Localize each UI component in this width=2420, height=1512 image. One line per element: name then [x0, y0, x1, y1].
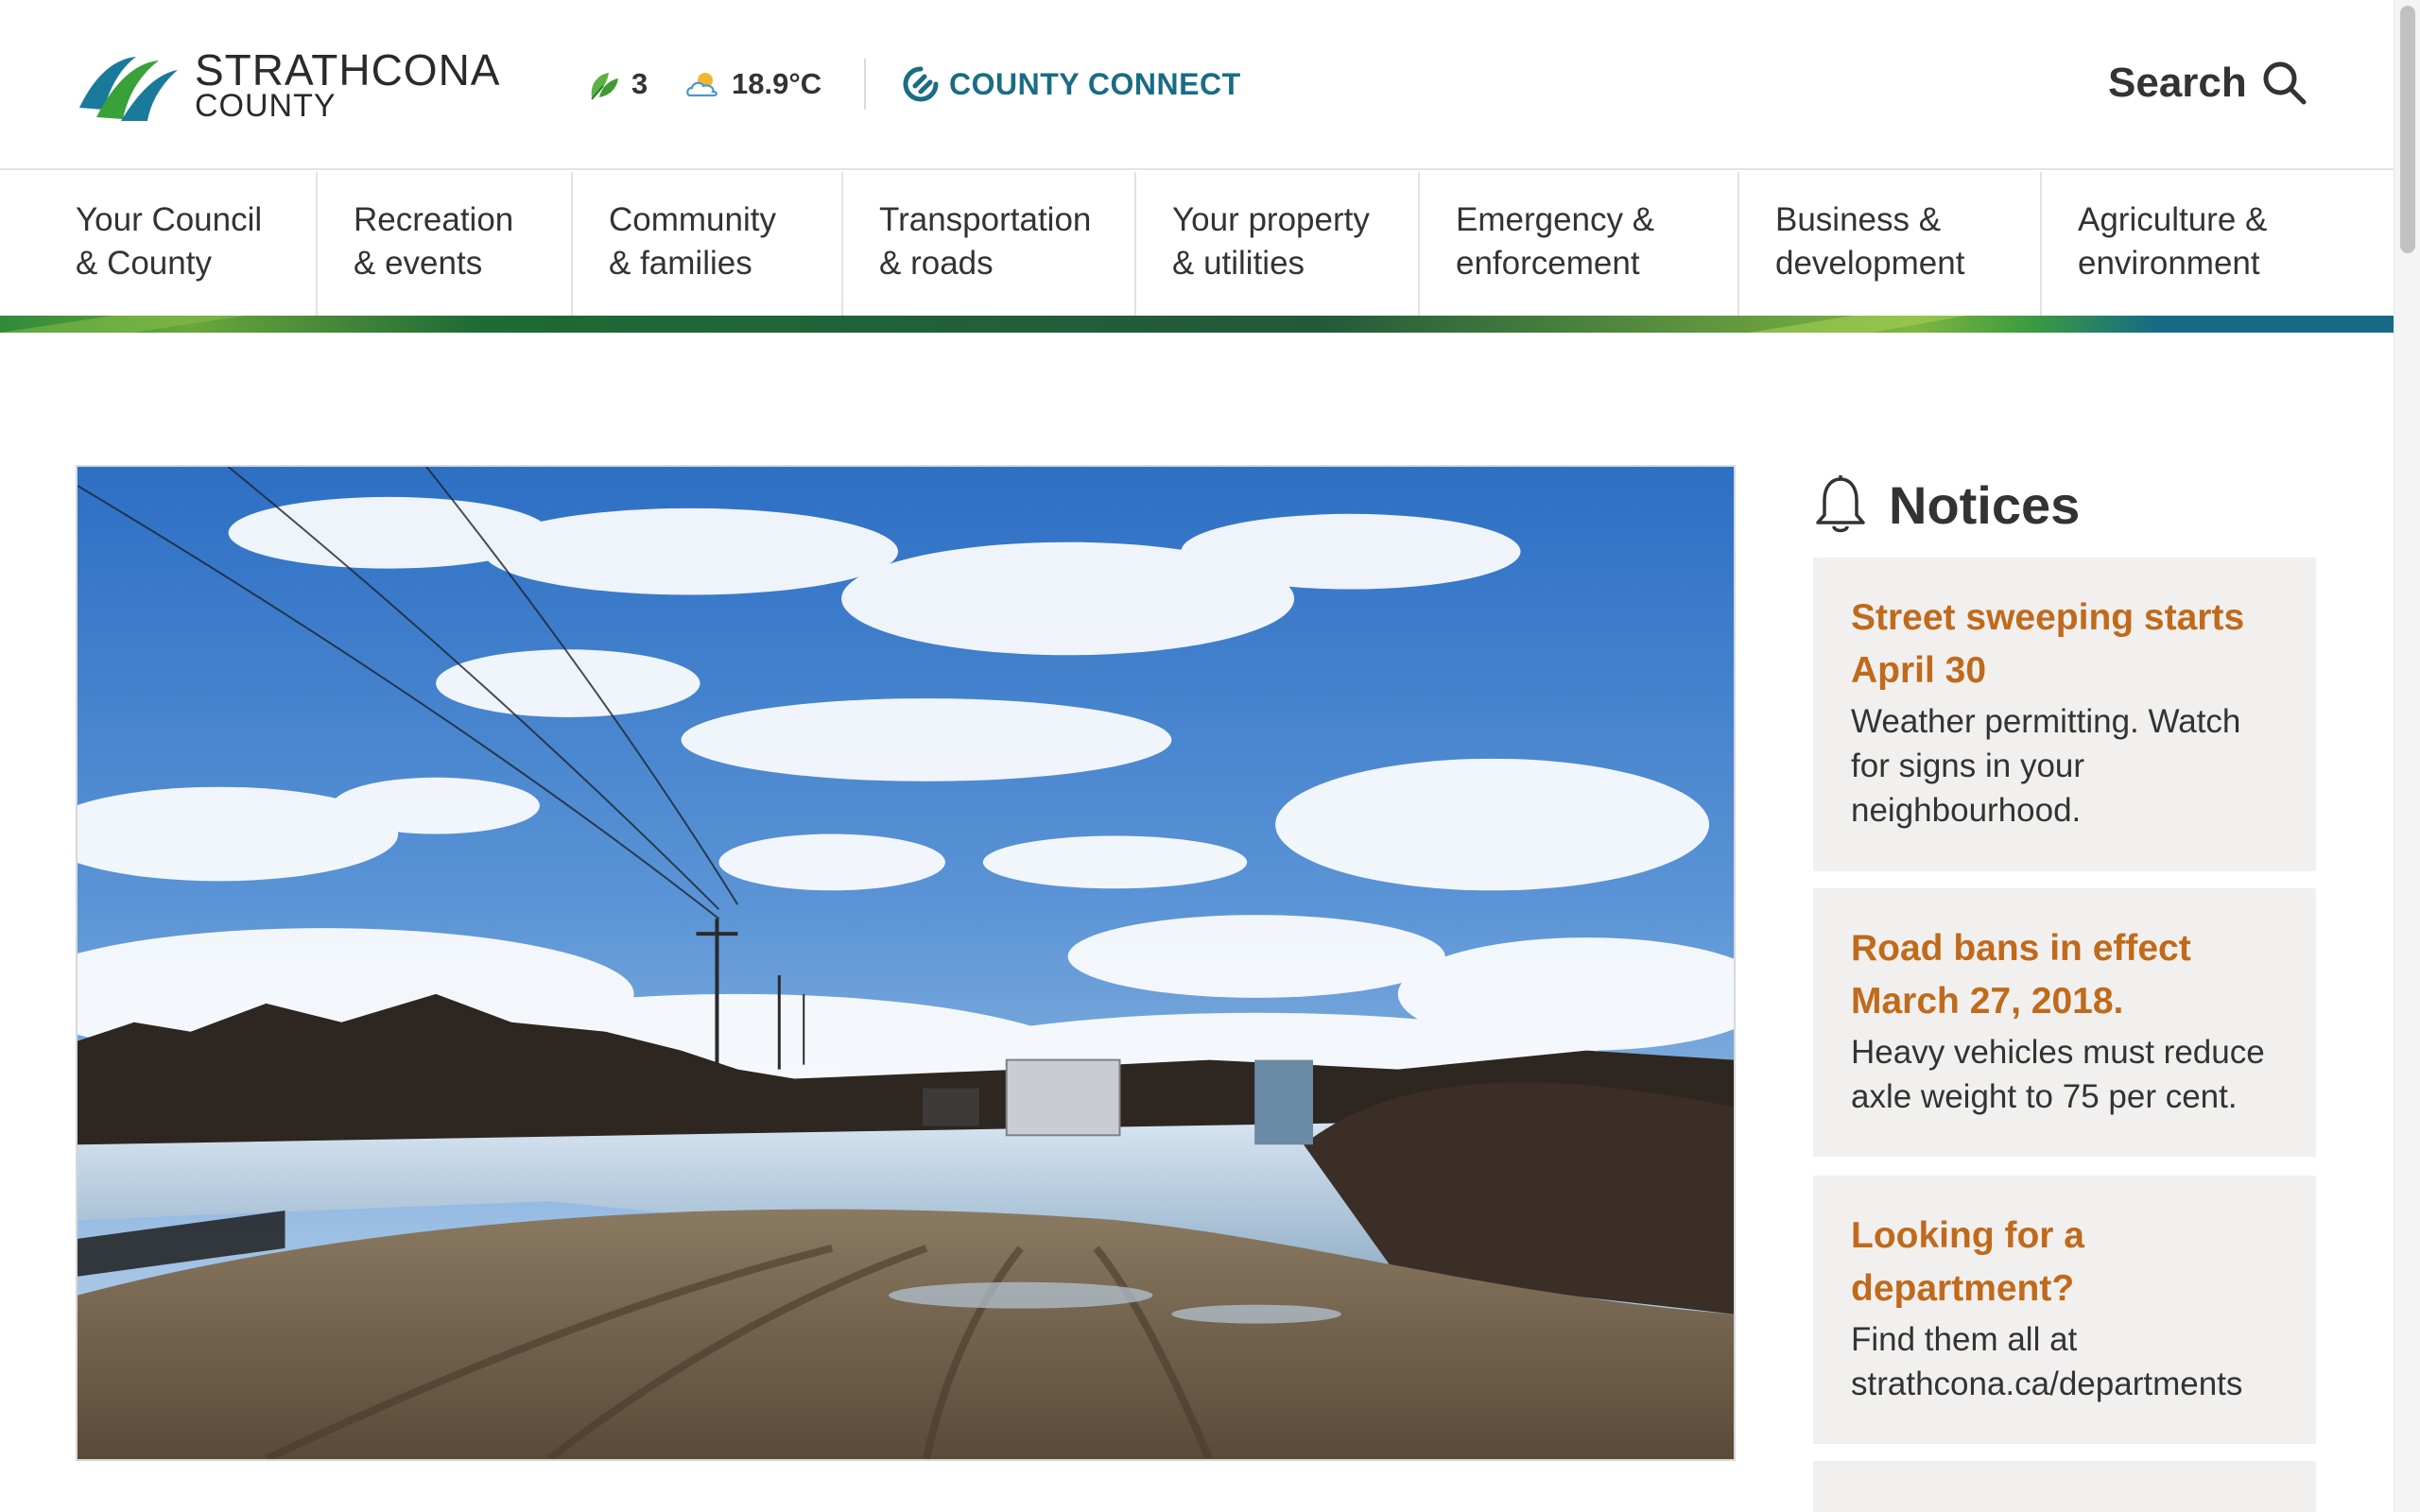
search-button[interactable]: Search — [2108, 55, 2309, 112]
notice-text-line: Heavy vehicles must reduce — [1851, 1034, 2265, 1071]
nav-label: Business & — [1775, 201, 1942, 238]
nav-item-your-council[interactable]: Your Council & County — [0, 172, 318, 316]
temperature-value: 18.9°C — [732, 67, 822, 100]
county-connect-link[interactable]: COUNTY CONNECT — [902, 62, 1241, 106]
notice-title-line: Road bans in effect — [1851, 928, 2191, 969]
nav-item-recreation[interactable]: Recreation & events — [318, 172, 573, 316]
nav-label: & families — [609, 245, 752, 282]
notice-card[interactable]: Looking for a department? Find them all … — [1813, 1176, 2316, 1444]
notice-title-line: department? — [1851, 1268, 2075, 1309]
leaf-status[interactable]: 3 — [584, 62, 648, 106]
hero-image-flooded-road[interactable] — [76, 465, 1736, 1461]
notices-title: Notices — [1889, 474, 2081, 535]
nav-item-business[interactable]: Business & development — [1739, 172, 2042, 316]
weather-status[interactable]: 18.9°C — [684, 62, 821, 106]
search-icon — [2263, 61, 2307, 105]
nav-label: & utilities — [1172, 245, 1305, 282]
nav-label: & County — [76, 245, 212, 282]
notice-text-line: axle weight to 75 per cent. — [1851, 1078, 2238, 1115]
connect-icon — [903, 66, 939, 102]
site-header: STRATHCONA COUNTY 3 18.9°C COUNTY CONNEC… — [0, 0, 2394, 170]
leaf-status-value: 3 — [631, 67, 648, 100]
notice-text-line: neighbourhood. — [1851, 792, 2082, 829]
brand-stripe — [0, 316, 2394, 333]
strathcona-county-logo[interactable]: STRATHCONA COUNTY — [76, 47, 510, 132]
nav-label: & events — [354, 245, 483, 282]
nav-label: development — [1775, 245, 1965, 282]
notice-title-line: March 27, 2018. — [1851, 981, 2124, 1022]
page-scrollbar[interactable] — [2394, 0, 2420, 1512]
notice-text-line: Find them all at — [1851, 1321, 2078, 1358]
notice-text-line: strathcona.ca/departments — [1851, 1366, 2243, 1402]
hero-photo — [78, 467, 1734, 1459]
notices-header: Notices — [1813, 469, 2080, 541]
notice-text: Weather permitting. Watch for signs in y… — [1851, 699, 2278, 833]
notice-title-link[interactable]: Street sweeping starts April 30 — [1851, 592, 2278, 697]
notice-title-line: Street sweeping starts — [1851, 597, 2245, 638]
nav-label: Agriculture & — [2078, 201, 2268, 238]
scrollbar-thumb[interactable] — [2400, 6, 2415, 253]
nav-item-transportation[interactable]: Transportation & roads — [843, 172, 1136, 316]
leaf-icon — [591, 73, 618, 100]
logo-subtitle: COUNTY — [195, 88, 337, 124]
logo-name: STRATHCONA — [195, 45, 501, 94]
notice-text-line: for signs in your — [1851, 747, 2085, 784]
logo-swoosh-icon — [79, 57, 178, 121]
notice-title-link[interactable]: Looking for a department? — [1851, 1210, 2278, 1315]
nav-label: Emergency & — [1456, 201, 1655, 238]
nav-label: Your Council — [76, 201, 263, 238]
nav-label: environment — [2078, 245, 2260, 282]
nav-label: Recreation — [354, 201, 514, 238]
partly-cloudy-icon — [686, 73, 717, 97]
nav-item-agriculture[interactable]: Agriculture & environment — [2042, 172, 2394, 316]
nav-item-emergency[interactable]: Emergency & enforcement — [1420, 172, 1739, 316]
nav-label: Community — [609, 201, 776, 238]
notice-text-line: Weather permitting. Watch — [1851, 703, 2241, 740]
notice-card[interactable]: Road bans in effect March 27, 2018. Heav… — [1813, 888, 2316, 1157]
notice-title-link[interactable]: Road bans in effect March 27, 2018. — [1851, 922, 2278, 1028]
notice-title-line: April 30 — [1851, 650, 1987, 691]
notice-text: Heavy vehicles must reduce axle weight t… — [1851, 1030, 2278, 1119]
main-navigation: Your Council & County Recreation & event… — [0, 172, 2394, 316]
notice-card-partial[interactable] — [1813, 1461, 2316, 1512]
nav-label: & roads — [879, 245, 994, 282]
nav-item-community[interactable]: Community & families — [573, 172, 843, 316]
nav-item-your-property[interactable]: Your property & utilities — [1136, 172, 1420, 316]
notice-card[interactable]: Street sweeping starts April 30 Weather … — [1813, 558, 2316, 871]
nav-label: Transportation — [879, 201, 1092, 238]
search-label: Search — [2108, 60, 2247, 106]
county-connect-label: COUNTY CONNECT — [949, 66, 1241, 101]
notice-title-line: Looking for a — [1851, 1215, 2084, 1256]
header-divider — [864, 59, 866, 110]
notice-text: Find them all at strathcona.ca/departmen… — [1851, 1317, 2278, 1406]
nav-label: enforcement — [1456, 245, 1640, 282]
nav-label: Your property — [1172, 201, 1370, 238]
bell-icon — [1816, 475, 1865, 533]
